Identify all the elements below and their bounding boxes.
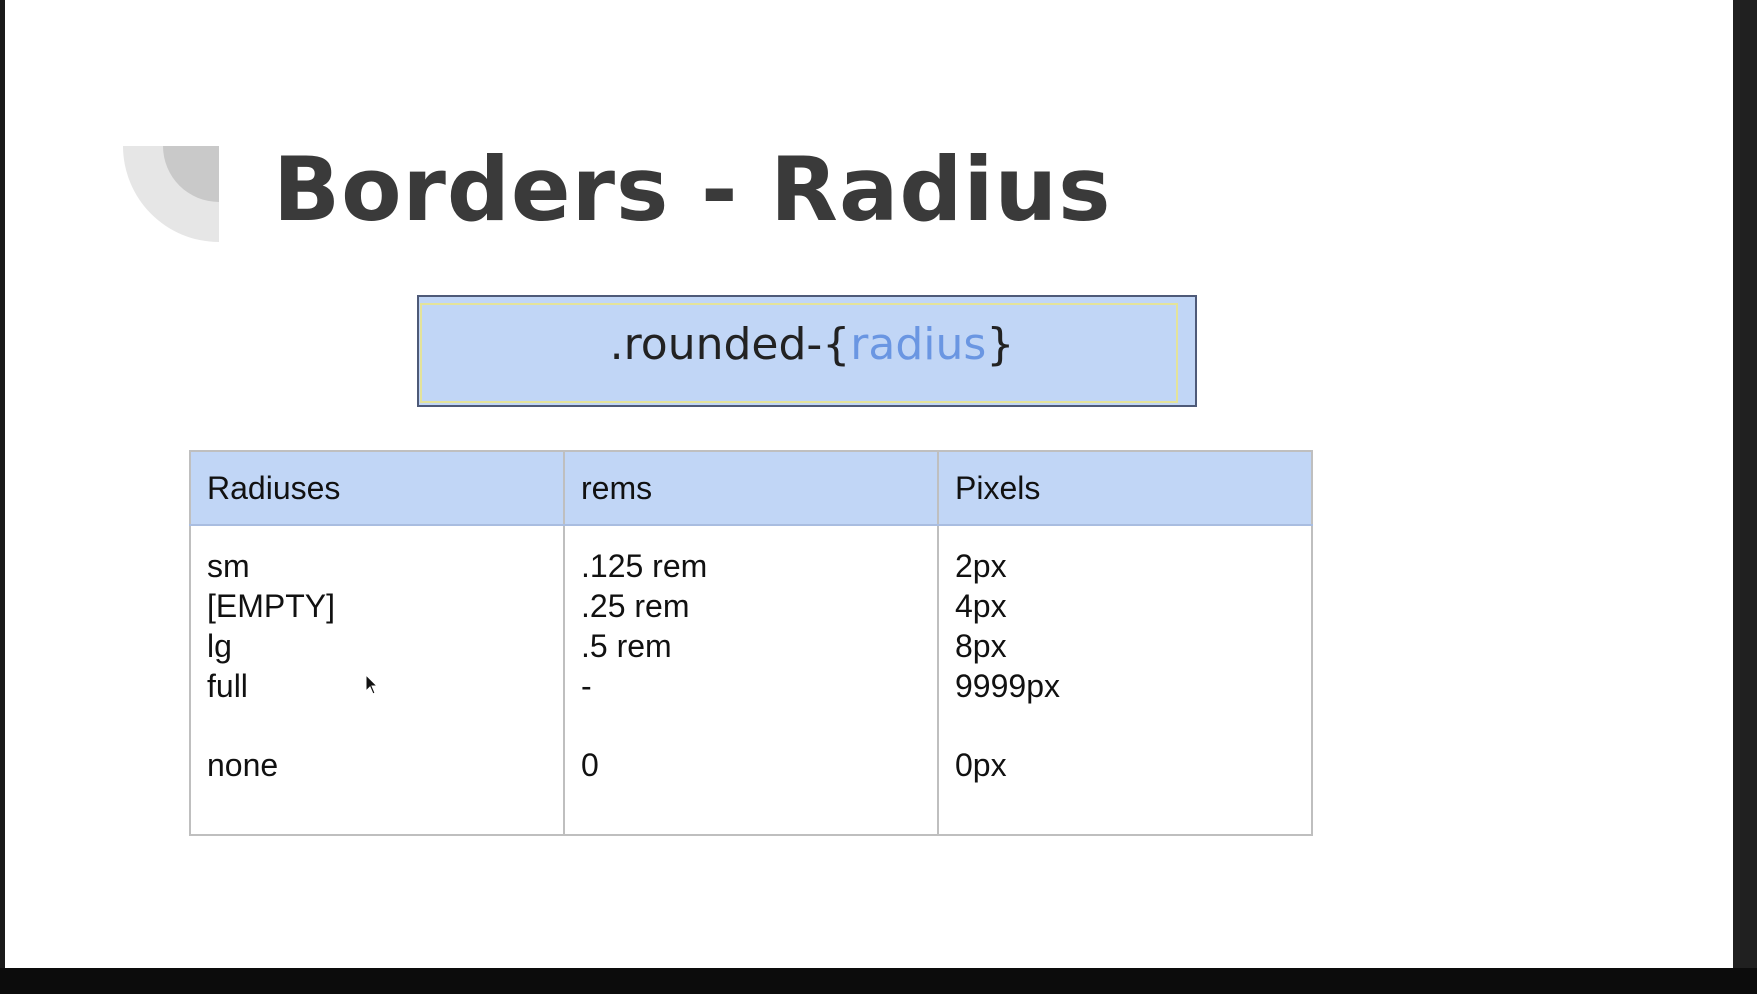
cell-rems-lg: .5 rem bbox=[581, 628, 672, 664]
cell-rems-empty: .25 rem bbox=[581, 588, 690, 624]
row-gap bbox=[581, 706, 921, 745]
cell-radius-sm: sm bbox=[207, 548, 250, 584]
cell-rems-sm: .125 rem bbox=[581, 548, 708, 584]
mouse-cursor-icon bbox=[365, 674, 379, 695]
header-pixels: Pixels bbox=[937, 450, 1313, 526]
class-syntax-prefix: .rounded-{ bbox=[609, 319, 851, 370]
slide-canvas: Borders - Radius .rounded-{radius} Radiu… bbox=[5, 0, 1733, 968]
table-header-row: Radiuses rems Pixels bbox=[189, 450, 1313, 526]
class-syntax-placeholder: radius bbox=[850, 319, 987, 370]
table-body-row: sm [EMPTY] lg full none .125 rem .25 rem… bbox=[189, 524, 1313, 836]
pixels-column: 2px 4px 8px 9999px 0px bbox=[937, 524, 1313, 836]
cell-radius-empty: [EMPTY] bbox=[207, 588, 336, 624]
cell-pixels-lg: 8px bbox=[955, 628, 1007, 664]
row-gap bbox=[955, 706, 1295, 745]
cell-radius-lg: lg bbox=[207, 628, 232, 664]
cell-rems-full: - bbox=[581, 668, 592, 704]
radius-table: Radiuses rems Pixels sm [EMPTY] lg full … bbox=[189, 450, 1313, 836]
quarter-circle-decoration-icon bbox=[123, 146, 219, 242]
cell-pixels-none: 0px bbox=[955, 747, 1007, 783]
class-syntax-suffix: } bbox=[986, 319, 1015, 370]
window-bottom-bar bbox=[0, 968, 1757, 994]
cell-radius-none: none bbox=[207, 747, 279, 783]
cell-pixels-full: 9999px bbox=[955, 668, 1060, 704]
window-right-bar bbox=[1733, 0, 1757, 994]
row-gap bbox=[207, 706, 547, 745]
cell-rems-none: 0 bbox=[581, 747, 599, 783]
slide-title: Borders - Radius bbox=[273, 138, 1112, 241]
cell-pixels-sm: 2px bbox=[955, 548, 1007, 584]
rems-column: .125 rem .25 rem .5 rem - 0 bbox=[563, 524, 939, 836]
class-syntax-box: .rounded-{radius} bbox=[417, 295, 1197, 407]
cell-pixels-empty: 4px bbox=[955, 588, 1007, 624]
header-rems: rems bbox=[563, 450, 939, 526]
header-radiuses: Radiuses bbox=[189, 450, 565, 526]
class-syntax-text: .rounded-{radius} bbox=[419, 319, 1205, 370]
